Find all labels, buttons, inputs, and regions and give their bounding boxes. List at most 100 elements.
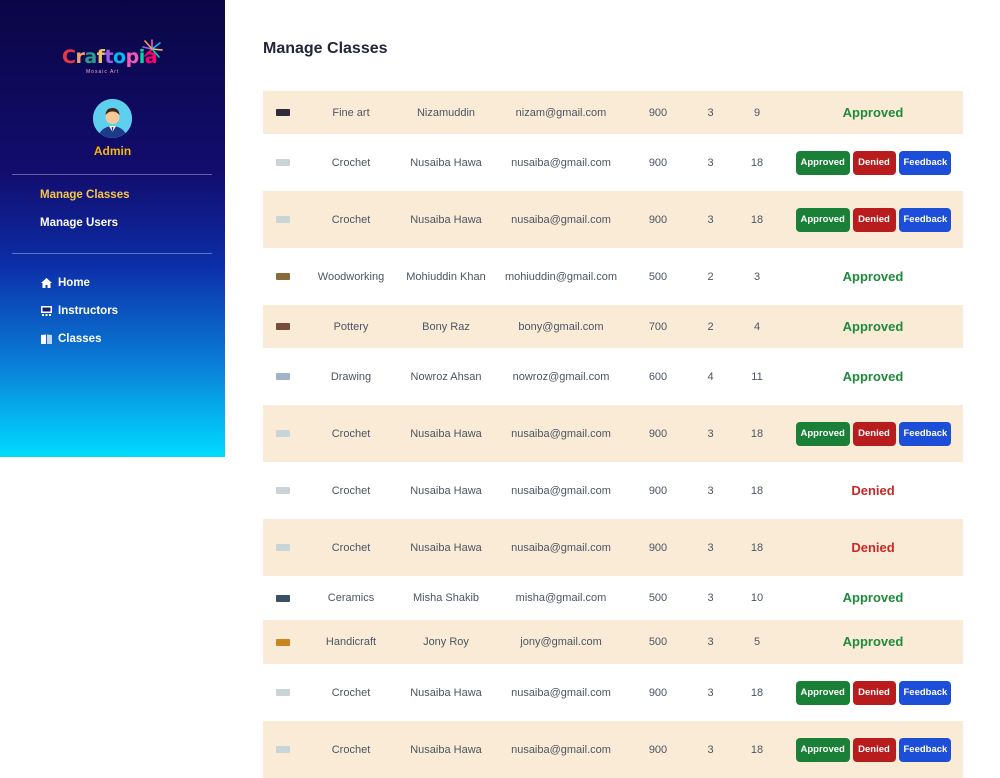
available-seats: 3: [707, 427, 714, 440]
class-thumbnail: [276, 373, 290, 380]
deny-button[interactable]: Denied: [852, 421, 896, 446]
class-image-cell: [267, 519, 299, 576]
deny-button[interactable]: Denied: [852, 680, 896, 705]
available-seats: 2: [707, 270, 714, 283]
class-name: Woodworking: [317, 270, 385, 283]
available-seats: 3: [707, 213, 714, 226]
available-seats: 3: [707, 592, 714, 604]
admin-avatar[interactable]: [93, 99, 132, 138]
table-row: Pottery Bony Raz bony@gmail.com 700 2 4 Approv…: [263, 305, 963, 348]
status-approved: Approved: [842, 590, 904, 605]
enrolled-count: 10: [750, 592, 764, 604]
nav-home[interactable]: Home: [40, 277, 90, 289]
class-thumbnail: [276, 216, 290, 223]
feedback-button[interactable]: Feedback: [898, 150, 951, 175]
row-actions: Approved Denied Feedback: [795, 150, 951, 175]
instructor-email: nusaiba@gmail.com: [511, 541, 611, 554]
class-image-cell: [267, 576, 299, 620]
status-cell: Denied: [788, 519, 958, 576]
classes-table: Fine art Nizamuddin nizam@gmail.com 900 3 9 Ap…: [263, 91, 963, 778]
status-cell: Denied: [788, 462, 958, 519]
class-image-cell: [267, 405, 299, 462]
class-image-cell: [267, 191, 299, 248]
row-actions: Approved Denied Feedback: [795, 421, 951, 446]
status-cell: Approved: [788, 576, 958, 620]
nav-manage-classes[interactable]: Manage Classes: [40, 189, 130, 201]
instructor-name: Nusaiba Hawa: [410, 541, 482, 554]
nav-classes[interactable]: Classes: [40, 333, 101, 345]
feedback-button[interactable]: Feedback: [898, 207, 951, 232]
instructor-email: nusaiba@gmail.com: [511, 484, 611, 497]
feedback-button[interactable]: Feedback: [898, 680, 951, 705]
instructors-icon: [40, 305, 52, 317]
approve-button[interactable]: Approved: [795, 680, 850, 705]
class-name: Crochet: [331, 427, 371, 440]
deny-button[interactable]: Denied: [852, 150, 896, 175]
status-cell: Approved: [788, 348, 958, 405]
instructor-email: mohiuddin@gmail.com: [504, 270, 618, 283]
class-name: Crochet: [331, 213, 371, 226]
instructor-email: nusaiba@gmail.com: [511, 686, 611, 699]
enrolled-count: 4: [753, 320, 761, 333]
class-price: 900: [648, 686, 668, 699]
enrolled-count: 18: [750, 484, 764, 497]
logo-subtitle: Mosaic Art: [86, 69, 120, 75]
status-cell: Approved: [788, 91, 958, 134]
class-thumbnail: [276, 273, 290, 280]
row-actions: Approved Denied Feedback: [795, 207, 951, 232]
available-seats: 3: [707, 484, 714, 497]
nav-manage-users[interactable]: Manage Users: [40, 217, 118, 229]
instructor-name: Nusaiba Hawa: [410, 156, 482, 169]
available-seats: 3: [707, 636, 714, 648]
class-thumbnail: [276, 638, 290, 646]
status-cell: Approved: [788, 620, 958, 664]
status-approved: Approved: [842, 268, 904, 284]
class-name: Crochet: [331, 484, 371, 497]
feedback-button[interactable]: Feedback: [898, 421, 951, 446]
approve-button[interactable]: Approved: [795, 421, 850, 446]
class-image-cell: [267, 248, 299, 305]
table-row: Crochet Nusaiba Hawa nusaiba@gmail.com 900 3…: [263, 462, 963, 519]
instructor-name: Misha Shakib: [412, 592, 480, 604]
class-image-cell: [267, 348, 299, 405]
instructor-name: Nusaiba Hawa: [410, 213, 482, 226]
class-name: Handicraft: [325, 636, 377, 648]
enrolled-count: 18: [750, 213, 764, 226]
nav-manage-users-label: Manage Users: [40, 217, 118, 229]
enrolled-count: 18: [750, 686, 764, 699]
nav-instructors[interactable]: Instructors: [40, 305, 118, 317]
instructor-email: misha@gmail.com: [515, 592, 607, 604]
class-thumbnail: [276, 594, 290, 602]
table-row: Crochet Nusaiba Hawa nusaiba@gmail.com 900 3…: [263, 405, 963, 462]
instructor-name: Nusaiba Hawa: [410, 427, 482, 440]
enrolled-count: 18: [750, 427, 764, 440]
class-price: 900: [648, 106, 668, 119]
user-role: Admin: [93, 144, 132, 158]
table-row: Fine art Nizamuddin nizam@gmail.com 900 3 9 Ap…: [263, 91, 963, 134]
class-price: 900: [648, 541, 668, 554]
status-cell: Approved Denied Feedback: [788, 134, 958, 191]
available-seats: 3: [707, 156, 714, 169]
class-image-cell: [267, 91, 299, 134]
instructor-name: Nizamuddin: [416, 106, 476, 119]
instructor-name: Nusaiba Hawa: [410, 484, 482, 497]
class-image-cell: [267, 664, 299, 721]
table-row: Crochet Nusaiba Hawa nusaiba@gmail.com 900 3…: [263, 519, 963, 576]
sidebar-divider: [12, 253, 212, 254]
status-cell: Approved Denied Feedback: [788, 191, 958, 248]
deny-button[interactable]: Denied: [852, 207, 896, 232]
class-name: Crochet: [331, 541, 371, 554]
approve-button[interactable]: Approved: [795, 150, 850, 175]
class-name: Crochet: [331, 686, 371, 699]
class-price: 600: [648, 370, 668, 383]
table-row: Ceramics Misha Shakib misha@gmail.com 500 3 1…: [263, 576, 963, 620]
approve-button[interactable]: Approved: [795, 207, 850, 232]
class-price: 500: [648, 270, 668, 283]
status-cell: Approved Denied Feedback: [788, 664, 958, 721]
class-name: Drawing: [330, 370, 372, 383]
craftopia-logo[interactable]: Craftopia Mosaic Art: [62, 38, 164, 78]
class-image-cell: [267, 134, 299, 191]
class-price: 900: [648, 484, 668, 497]
status-approved: Approved: [842, 634, 904, 649]
page-title: Manage Classes: [263, 40, 388, 57]
